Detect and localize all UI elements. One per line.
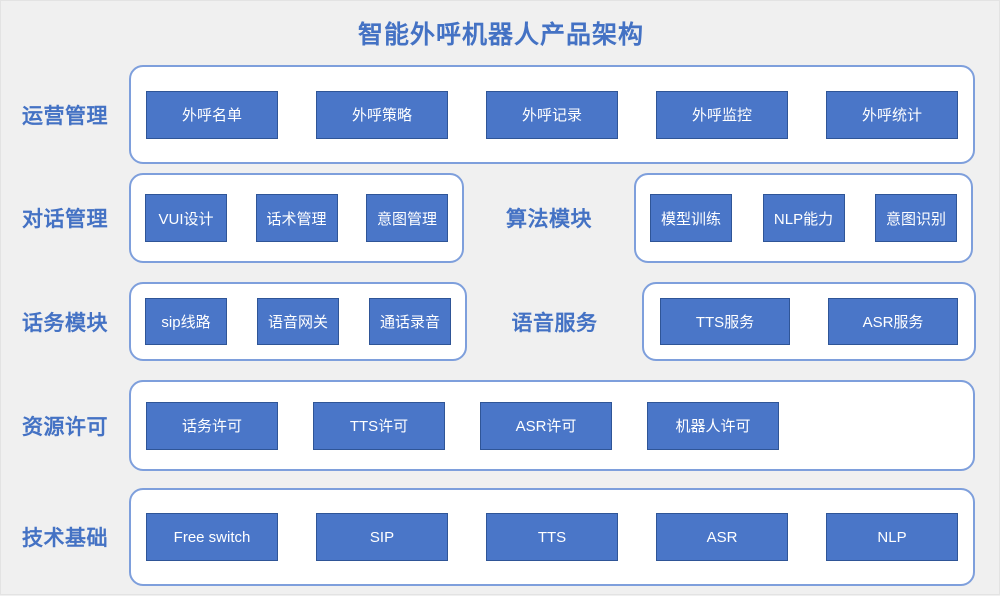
module-node[interactable]: 外呼统计	[826, 90, 958, 139]
layer-label-voice-service: 语音服务	[511, 311, 598, 335]
module-node[interactable]: 外呼监控	[656, 90, 788, 139]
layer-group-dialog: VUI设计 话术管理 意图管理	[129, 173, 464, 263]
layer-row-operations: 运营管理 外呼名单 外呼策略 外呼记录 外呼监控 外呼统计	[1, 65, 1000, 164]
module-node[interactable]: ASR服务	[828, 298, 958, 345]
layer-group-algorithm: 模型训练 NLP能力 意图识别	[634, 173, 973, 263]
module-node[interactable]: SIP	[316, 513, 448, 561]
module-node[interactable]: 模型训练	[650, 194, 732, 242]
layer-row-resource-license: 资源许可 话务许可 TTS许可 ASR许可 机器人许可	[1, 380, 1000, 471]
module-node[interactable]: Free switch	[146, 513, 278, 561]
layer-label-dialog: 对话管理	[22, 208, 108, 231]
layer-row-dialog-algorithm: 对话管理 VUI设计 话术管理 意图管理 算法模块 模型训练 NLP能力 意图识…	[1, 173, 1000, 263]
module-node[interactable]: ASR许可	[480, 401, 612, 450]
layer-group-voice-service: TTS服务 ASR服务	[642, 282, 976, 361]
layer-label-resource-license: 资源许可	[22, 415, 108, 439]
module-node[interactable]: NLP能力	[762, 194, 845, 242]
layer-group-telephony: sip线路 语音网关 通话录音	[129, 282, 467, 361]
layer-label-operations: 运营管理	[22, 104, 108, 128]
module-node[interactable]: TTS许可	[313, 401, 445, 450]
module-node[interactable]: ASR	[656, 513, 788, 561]
layer-row-technology-foundation: 技术基础 Free switch SIP TTS ASR NLP	[1, 488, 1000, 586]
module-node[interactable]: 语音网关	[257, 298, 339, 345]
layer-group-resource-license: 话务许可 TTS许可 ASR许可 机器人许可	[129, 380, 975, 471]
module-node[interactable]: TTS服务	[660, 298, 790, 345]
module-node[interactable]: 话术管理	[255, 194, 338, 242]
module-node[interactable]: 外呼策略	[316, 90, 448, 139]
module-node[interactable]: 通话录音	[369, 298, 451, 345]
module-node[interactable]: 机器人许可	[647, 401, 779, 450]
layer-label-technology-foundation: 技术基础	[22, 527, 108, 550]
module-node[interactable]: 意图识别	[875, 194, 957, 242]
layer-label-algorithm: 算法模块	[506, 208, 592, 231]
module-node[interactable]: VUI设计	[145, 194, 227, 242]
module-node[interactable]: 外呼名单	[146, 90, 278, 139]
module-node[interactable]: NLP	[826, 513, 958, 561]
module-node[interactable]: 意图管理	[366, 194, 448, 242]
layer-group-operations: 外呼名单 外呼策略 外呼记录 外呼监控 外呼统计	[129, 65, 975, 164]
layer-group-technology-foundation: Free switch SIP TTS ASR NLP	[129, 488, 975, 586]
layer-label-telephony: 话务模块	[22, 311, 108, 335]
architecture-diagram: 智能外呼机器人产品架构 运营管理 外呼名单 外呼策略 外呼记录 外呼监控 外呼统…	[1, 1, 1000, 596]
layer-row-telephony-voice: 话务模块 sip线路 语音网关 通话录音 语音服务 TTS服务 ASR服务	[1, 282, 1000, 361]
module-node[interactable]: 外呼记录	[486, 90, 618, 139]
module-node[interactable]: sip线路	[145, 298, 227, 345]
module-node[interactable]: TTS	[486, 513, 618, 561]
page-title: 智能外呼机器人产品架构	[357, 21, 644, 49]
module-node[interactable]: 话务许可	[146, 401, 278, 450]
